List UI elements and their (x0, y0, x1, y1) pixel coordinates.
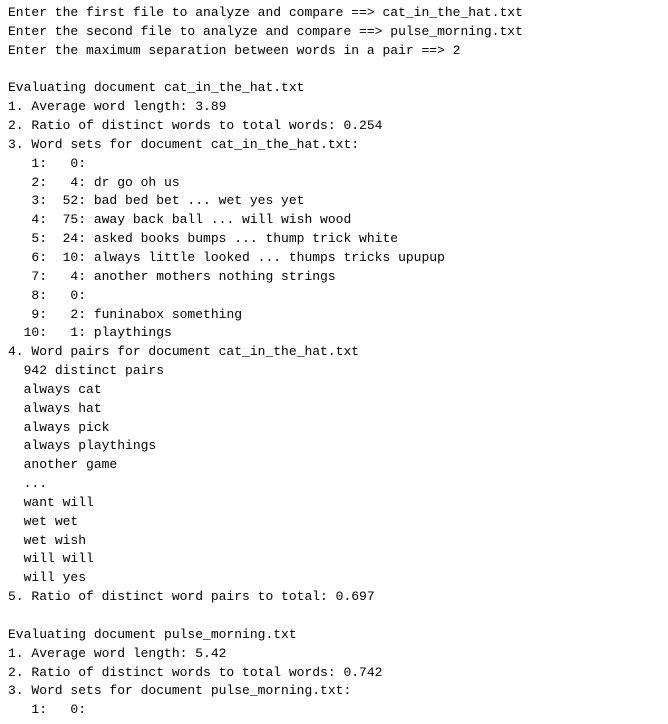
terminal-output: Enter the first file to analyze and comp… (8, 4, 660, 720)
